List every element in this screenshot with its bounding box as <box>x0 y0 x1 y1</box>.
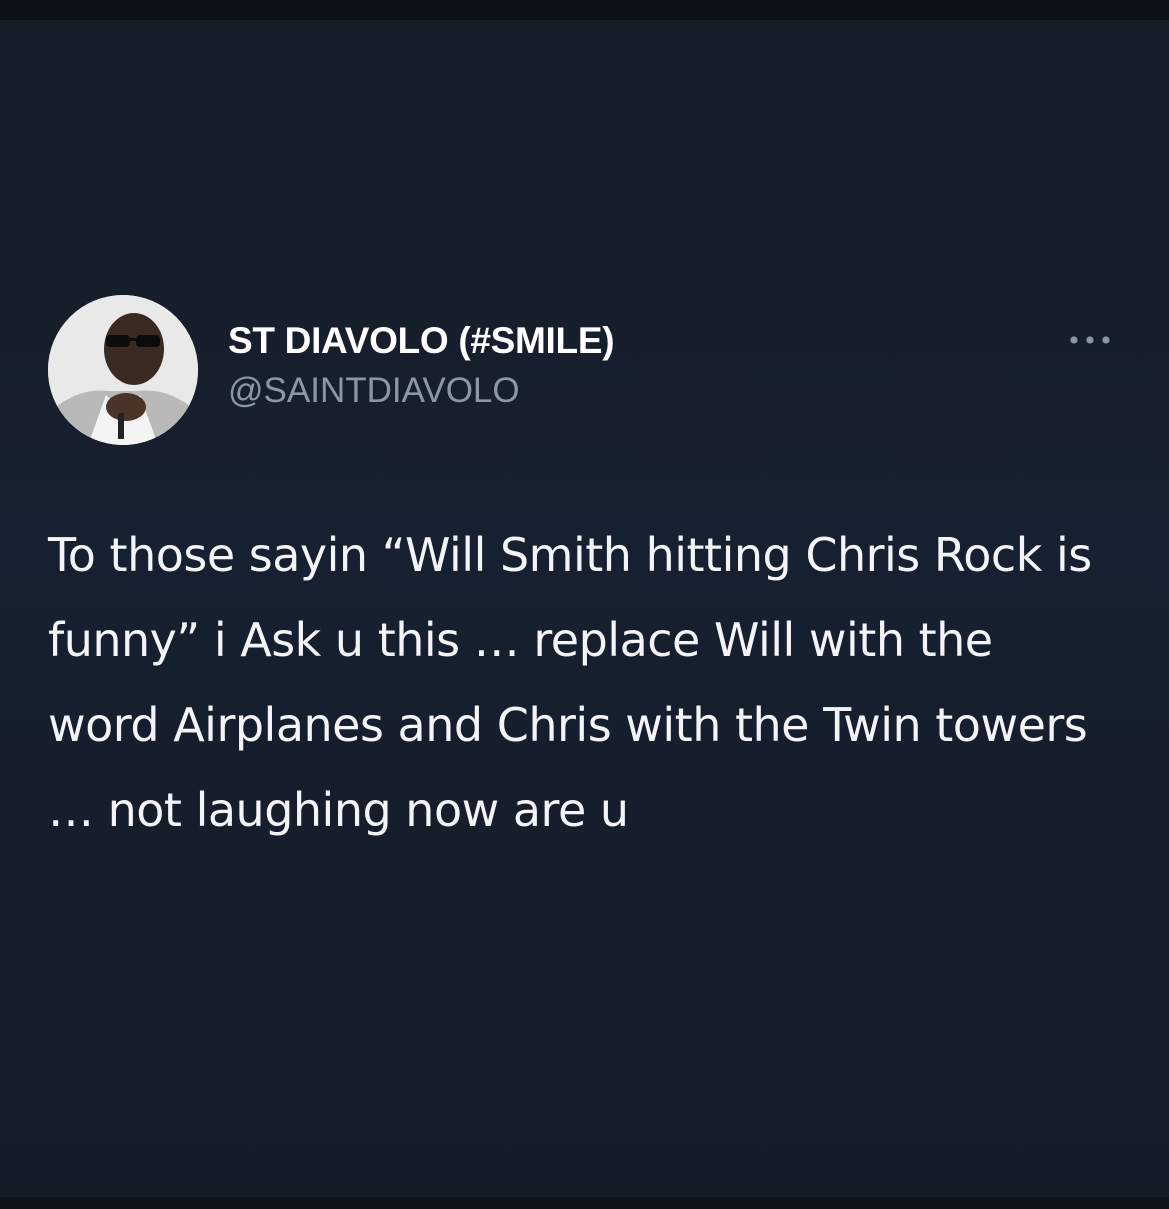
tweet-header: ST DIAVOLO (#SMILE) @SAINTDIAVOLO <box>48 295 1128 445</box>
user-handle[interactable]: @SAINTDIAVOLO <box>228 369 614 413</box>
avatar[interactable] <box>48 295 198 445</box>
screenshot-frame: ST DIAVOLO (#SMILE) @SAINTDIAVOLO To tho… <box>0 0 1169 1209</box>
more-options-icon[interactable] <box>1060 325 1120 355</box>
top-strip <box>0 0 1169 20</box>
bottom-strip <box>0 1197 1169 1209</box>
avatar-image <box>48 295 198 445</box>
display-name[interactable]: ST DIAVOLO (#SMILE) <box>228 319 615 363</box>
tweet-text: To those sayin “Will Smith hitting Chris… <box>48 528 1092 837</box>
tweet-card: ST DIAVOLO (#SMILE) @SAINTDIAVOLO To tho… <box>48 295 1128 853</box>
author-names: ST DIAVOLO (#SMILE) @SAINTDIAVOLO <box>228 319 615 413</box>
